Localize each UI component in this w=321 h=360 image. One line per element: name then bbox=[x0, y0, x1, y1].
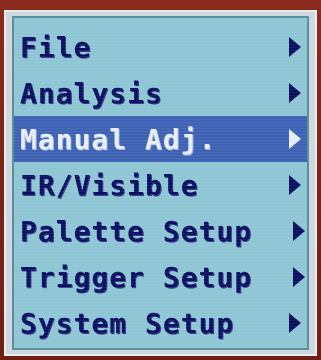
menu-item-label: File bbox=[20, 30, 92, 64]
menu-item-label: Analysis bbox=[20, 76, 163, 110]
menu-item-trigger-setup[interactable]: Trigger Setup bbox=[14, 254, 307, 300]
triangle-right-icon bbox=[293, 221, 305, 241]
triangle-right-icon bbox=[293, 267, 305, 287]
menu-panel: File Analysis Manual Adj. IR/Visible Pal… bbox=[4, 10, 317, 356]
triangle-right-icon bbox=[289, 37, 301, 57]
menu-item-file[interactable]: File bbox=[14, 24, 307, 70]
device-bezel: File Analysis Manual Adj. IR/Visible Pal… bbox=[0, 0, 321, 360]
triangle-right-icon bbox=[289, 83, 301, 103]
menu-item-palette-setup[interactable]: Palette Setup bbox=[14, 208, 307, 254]
menu-item-system-setup[interactable]: System Setup bbox=[14, 300, 307, 346]
menu-item-label: System Setup bbox=[20, 306, 235, 340]
menu-item-label: Trigger Setup bbox=[20, 260, 253, 294]
menu-item-manual-adj[interactable]: Manual Adj. bbox=[14, 116, 307, 162]
menu-inner-area: File Analysis Manual Adj. IR/Visible Pal… bbox=[12, 16, 309, 350]
triangle-right-icon bbox=[289, 175, 301, 195]
menu-item-ir-visible[interactable]: IR/Visible bbox=[14, 162, 307, 208]
menu-item-analysis[interactable]: Analysis bbox=[14, 70, 307, 116]
menu-item-label: IR/Visible bbox=[20, 168, 199, 202]
menu-item-label: Palette Setup bbox=[20, 214, 253, 248]
triangle-right-icon bbox=[289, 129, 301, 149]
main-menu: File Analysis Manual Adj. IR/Visible Pal… bbox=[14, 24, 307, 346]
menu-item-label: Manual Adj. bbox=[20, 122, 217, 156]
triangle-right-icon bbox=[289, 313, 301, 333]
